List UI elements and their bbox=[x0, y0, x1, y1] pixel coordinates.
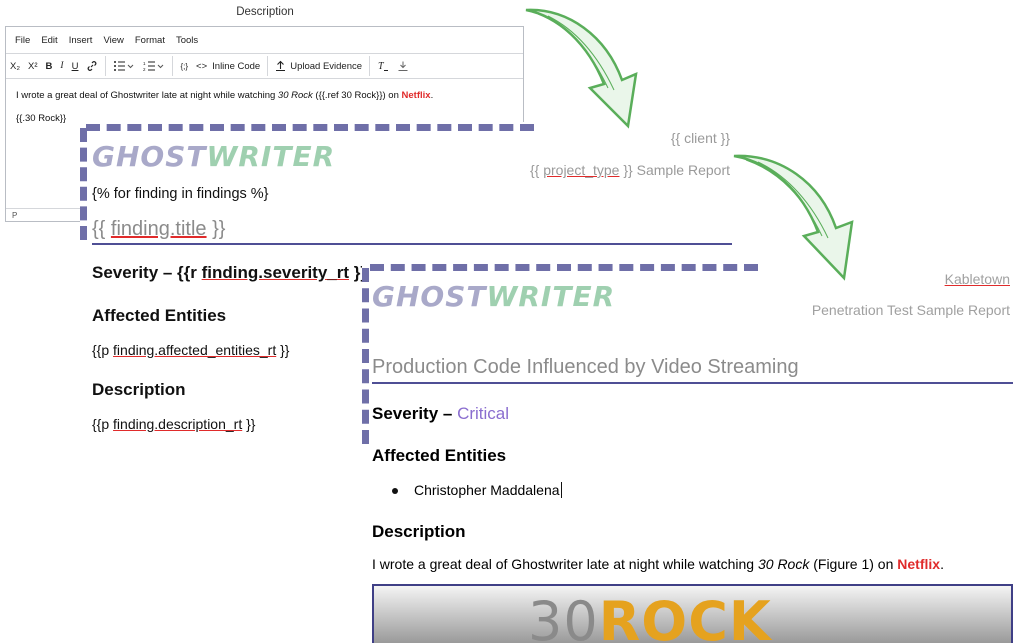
code-icon: <> bbox=[196, 60, 208, 72]
report-description-heading: Description bbox=[372, 522, 466, 541]
menu-edit[interactable]: Edit bbox=[41, 35, 57, 46]
superscript-button[interactable]: X² bbox=[24, 56, 42, 76]
menu-tools[interactable]: Tools bbox=[176, 35, 198, 46]
code-button[interactable]: {;} bbox=[176, 56, 192, 76]
arrow-down-right-icon bbox=[733, 154, 854, 281]
template-finding-title: {{ finding.title }} bbox=[92, 218, 226, 240]
report-affected-heading: Affected Entities bbox=[372, 446, 507, 465]
report-type: Penetration Test Sample Report bbox=[811, 302, 1010, 318]
menu-insert[interactable]: Insert bbox=[69, 35, 93, 46]
upload-icon bbox=[276, 60, 286, 72]
template-dashed-left bbox=[80, 128, 87, 240]
arrow-down-right-icon bbox=[525, 8, 638, 129]
final-report: GHOSTWRITER Kabletown Penetration Test S… bbox=[362, 264, 1024, 643]
editor-menubar: File Edit Insert View Format Tools bbox=[6, 27, 523, 54]
template-logo: GHOSTWRITER bbox=[92, 140, 336, 173]
report-title-rule bbox=[372, 382, 1013, 384]
template-severity: Severity – {{r finding.severity_rt }} bbox=[92, 263, 367, 282]
download-icon[interactable] bbox=[393, 56, 413, 76]
bold-button[interactable]: B bbox=[42, 56, 57, 76]
toolbar-divider bbox=[172, 56, 174, 76]
numbered-list-icon[interactable]: 12 bbox=[139, 56, 169, 76]
menu-view[interactable]: View bbox=[103, 35, 123, 46]
upload-evidence-button[interactable]: Upload Evidence bbox=[271, 56, 366, 76]
inline-code-label: Inline Code bbox=[212, 60, 261, 72]
link-icon[interactable] bbox=[82, 56, 102, 76]
template-dashed-top bbox=[86, 124, 534, 131]
editor-title: Description bbox=[236, 6, 294, 18]
template-client-tag: {{ client }} bbox=[670, 130, 730, 146]
template-project-type: {{ project_type }} Sample Report bbox=[529, 162, 730, 178]
report-dashed-top bbox=[370, 264, 758, 271]
menu-file[interactable]: File bbox=[15, 35, 30, 46]
svg-text:T: T bbox=[378, 61, 385, 72]
report-finding-title: Production Code Influenced by Video Stre… bbox=[372, 356, 799, 378]
template-affected-tag: {{p finding.affected_entities_rt }} bbox=[92, 342, 290, 358]
editor-paragraph: I wrote a great deal of Ghostwriter late… bbox=[16, 90, 434, 101]
svg-text:2: 2 bbox=[143, 67, 146, 72]
report-client: Kabletown bbox=[944, 271, 1010, 287]
editor-toolbar: X₂ X² B I U 12 {;} <> Inline Code Upload… bbox=[6, 54, 523, 79]
report-dashed-left bbox=[362, 268, 369, 444]
bullet-icon bbox=[392, 488, 398, 495]
template-affected-heading: Affected Entities bbox=[92, 306, 227, 325]
italic-button[interactable]: I bbox=[56, 56, 67, 76]
subscript-button[interactable]: X₂ bbox=[6, 56, 24, 76]
toolbar-divider bbox=[369, 56, 371, 76]
upload-evidence-label: Upload Evidence bbox=[290, 60, 363, 72]
template-description-heading: Description bbox=[92, 380, 186, 399]
template-loop-tag: {% for finding in findings %} bbox=[92, 186, 269, 202]
30-rock-logo: 30ROCK bbox=[528, 590, 772, 643]
editor-content[interactable]: I wrote a great deal of Ghostwriter late… bbox=[16, 89, 516, 125]
underline-button[interactable]: U bbox=[68, 56, 83, 76]
inline-code-button[interactable]: <> Inline Code bbox=[192, 56, 264, 76]
bullet-list-icon[interactable] bbox=[109, 56, 139, 76]
report-description-text: I wrote a great deal of Ghostwriter late… bbox=[372, 556, 944, 572]
template-title-rule bbox=[92, 243, 732, 245]
template-description-tag: {{p finding.description_rt }} bbox=[92, 416, 256, 432]
report-entity-item: Christopher Maddalena bbox=[392, 482, 562, 498]
toolbar-divider bbox=[267, 56, 269, 76]
clear-format-icon[interactable]: T bbox=[373, 56, 393, 76]
severity-critical-badge: Critical bbox=[457, 404, 510, 423]
menu-format[interactable]: Format bbox=[135, 35, 165, 46]
report-logo: GHOSTWRITER bbox=[372, 280, 616, 313]
report-evidence-image: 30ROCK bbox=[372, 584, 1013, 643]
toolbar-divider bbox=[105, 56, 107, 76]
report-severity: Severity – Critical bbox=[372, 404, 510, 423]
svg-text:1: 1 bbox=[143, 61, 146, 66]
